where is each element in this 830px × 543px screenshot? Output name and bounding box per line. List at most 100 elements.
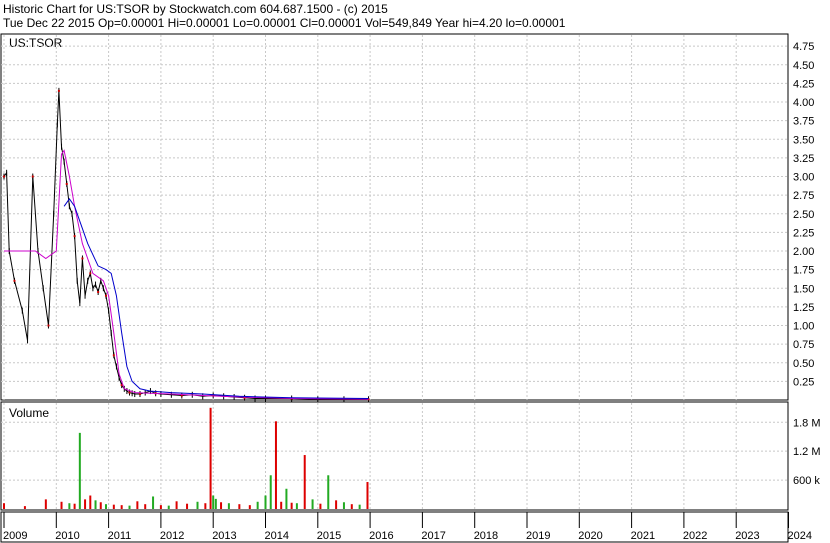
stock-chart: Historic Chart for US:TSOR by Stockwatch… <box>0 2 821 543</box>
time-tick-label: 2016 <box>369 530 393 542</box>
price-marker <box>97 290 100 293</box>
time-tick-label: 2012 <box>160 530 184 542</box>
volume-bar <box>295 503 298 509</box>
volume-bar <box>152 496 155 509</box>
price-tick-label: 0.50 <box>793 358 814 370</box>
volume-bar <box>214 498 217 509</box>
price-marker <box>128 391 131 394</box>
volume-bar <box>204 503 207 509</box>
volume-bar <box>120 505 123 509</box>
time-tick-label: 2015 <box>317 530 341 542</box>
volume-bar <box>144 504 147 509</box>
time-tick-label: 2017 <box>421 530 445 542</box>
volume-bar <box>44 499 47 509</box>
volume-bar <box>68 503 71 509</box>
volume-tick-label: 600 k <box>793 475 820 487</box>
price-marker <box>3 175 5 178</box>
volume-tick-label: 1.2 M <box>793 446 821 458</box>
volume-bar <box>136 501 139 509</box>
volume-bar <box>212 495 215 509</box>
volume-tick-label: 1.8 M <box>793 417 821 429</box>
time-tick-label: 2011 <box>108 530 132 542</box>
volume-bar <box>186 503 189 509</box>
price-tick-label: 3.25 <box>793 153 814 165</box>
price-tick-label: 4.00 <box>793 97 814 109</box>
price-marker <box>57 89 60 92</box>
volume-bar <box>269 475 272 509</box>
volume-bar <box>196 501 199 509</box>
time-tick-label: 2023 <box>735 530 759 542</box>
volume-bar <box>94 500 97 509</box>
volume-bar <box>23 506 26 509</box>
volume-bar <box>99 502 102 509</box>
chart-header-title: Historic Chart for US:TSOR by Stockwatch… <box>3 2 388 16</box>
time-tick-label: 2010 <box>55 530 79 542</box>
price-marker <box>104 294 107 297</box>
time-tick-label: 2009 <box>3 530 27 542</box>
volume-bar <box>167 505 170 509</box>
price-axis: 0.25 0.50 0.75 1.00 1.25 1.50 1.75 2.00 2.25 2.50… <box>793 41 814 388</box>
price-panel-title: US:TSOR <box>9 36 63 50</box>
price-marker <box>81 257 84 260</box>
volume-bar <box>264 495 267 509</box>
price-tick-label: 1.25 <box>793 302 814 314</box>
volume-bar <box>220 502 223 509</box>
price-tick-label: 3.00 <box>793 172 814 184</box>
price-marker <box>31 175 34 178</box>
time-tick-label: 2024 <box>788 530 812 542</box>
volume-bar <box>78 432 81 509</box>
volume-bar <box>159 505 162 509</box>
price-marker <box>13 279 16 282</box>
price-tick-label: 2.50 <box>793 209 814 221</box>
volume-bar <box>311 499 314 509</box>
volume-panel <box>0 401 789 511</box>
price-marker <box>89 272 92 275</box>
volume-bar <box>128 505 131 509</box>
volume-bar <box>238 504 241 509</box>
price-tick-label: 4.50 <box>793 60 814 72</box>
volume-bar <box>350 504 353 509</box>
volume-bar <box>290 502 293 509</box>
volume-bar <box>256 501 259 509</box>
price-tick-label: 0.75 <box>793 339 814 351</box>
volume-bar <box>73 503 76 509</box>
volume-bar <box>60 501 63 509</box>
volume-bar <box>3 503 5 509</box>
time-tick-label: 2021 <box>631 530 655 542</box>
volume-bar <box>327 475 330 509</box>
time-tick-label: 2018 <box>474 530 498 542</box>
price-tick-label: 2.00 <box>793 246 814 258</box>
volume-bar <box>319 503 322 509</box>
price-tick-label: 3.75 <box>793 116 814 128</box>
price-tick-label: 1.75 <box>793 265 814 277</box>
volume-bar <box>366 482 369 509</box>
volume-bar <box>335 500 338 509</box>
volume-bar <box>274 421 277 509</box>
volume-bar <box>285 488 288 509</box>
price-marker <box>47 324 50 327</box>
price-tick-label: 2.25 <box>793 227 814 239</box>
volume-panel-title: Volume <box>9 406 49 420</box>
volume-bar <box>175 501 178 509</box>
price-marker <box>112 354 115 357</box>
time-tick-label: 2013 <box>212 530 236 542</box>
volume-bar <box>227 503 230 509</box>
price-marker <box>73 235 76 238</box>
time-tick-label: 2014 <box>265 530 289 542</box>
volume-bar <box>209 407 212 509</box>
price-tick-label: 4.25 <box>793 78 814 90</box>
volume-bar <box>84 499 87 509</box>
volume-bar <box>89 495 92 509</box>
chart-header-quote: Tue Dec 22 2015 Op=0.00001 Hi=0.00001 Lo… <box>3 16 566 30</box>
volume-bar <box>303 455 306 509</box>
price-marker <box>65 182 68 185</box>
time-tick-label: 2019 <box>526 530 550 542</box>
volume-bar <box>280 501 283 509</box>
price-tick-label: 2.75 <box>793 190 814 202</box>
time-tick-label: 2020 <box>578 530 602 542</box>
volume-bar <box>248 505 251 509</box>
volume-axis: 600 k 1.8 M 1.2 M <box>793 417 821 487</box>
volume-bar <box>342 502 345 509</box>
price-tick-label: 1.00 <box>793 321 814 333</box>
volume-bar <box>112 504 115 509</box>
